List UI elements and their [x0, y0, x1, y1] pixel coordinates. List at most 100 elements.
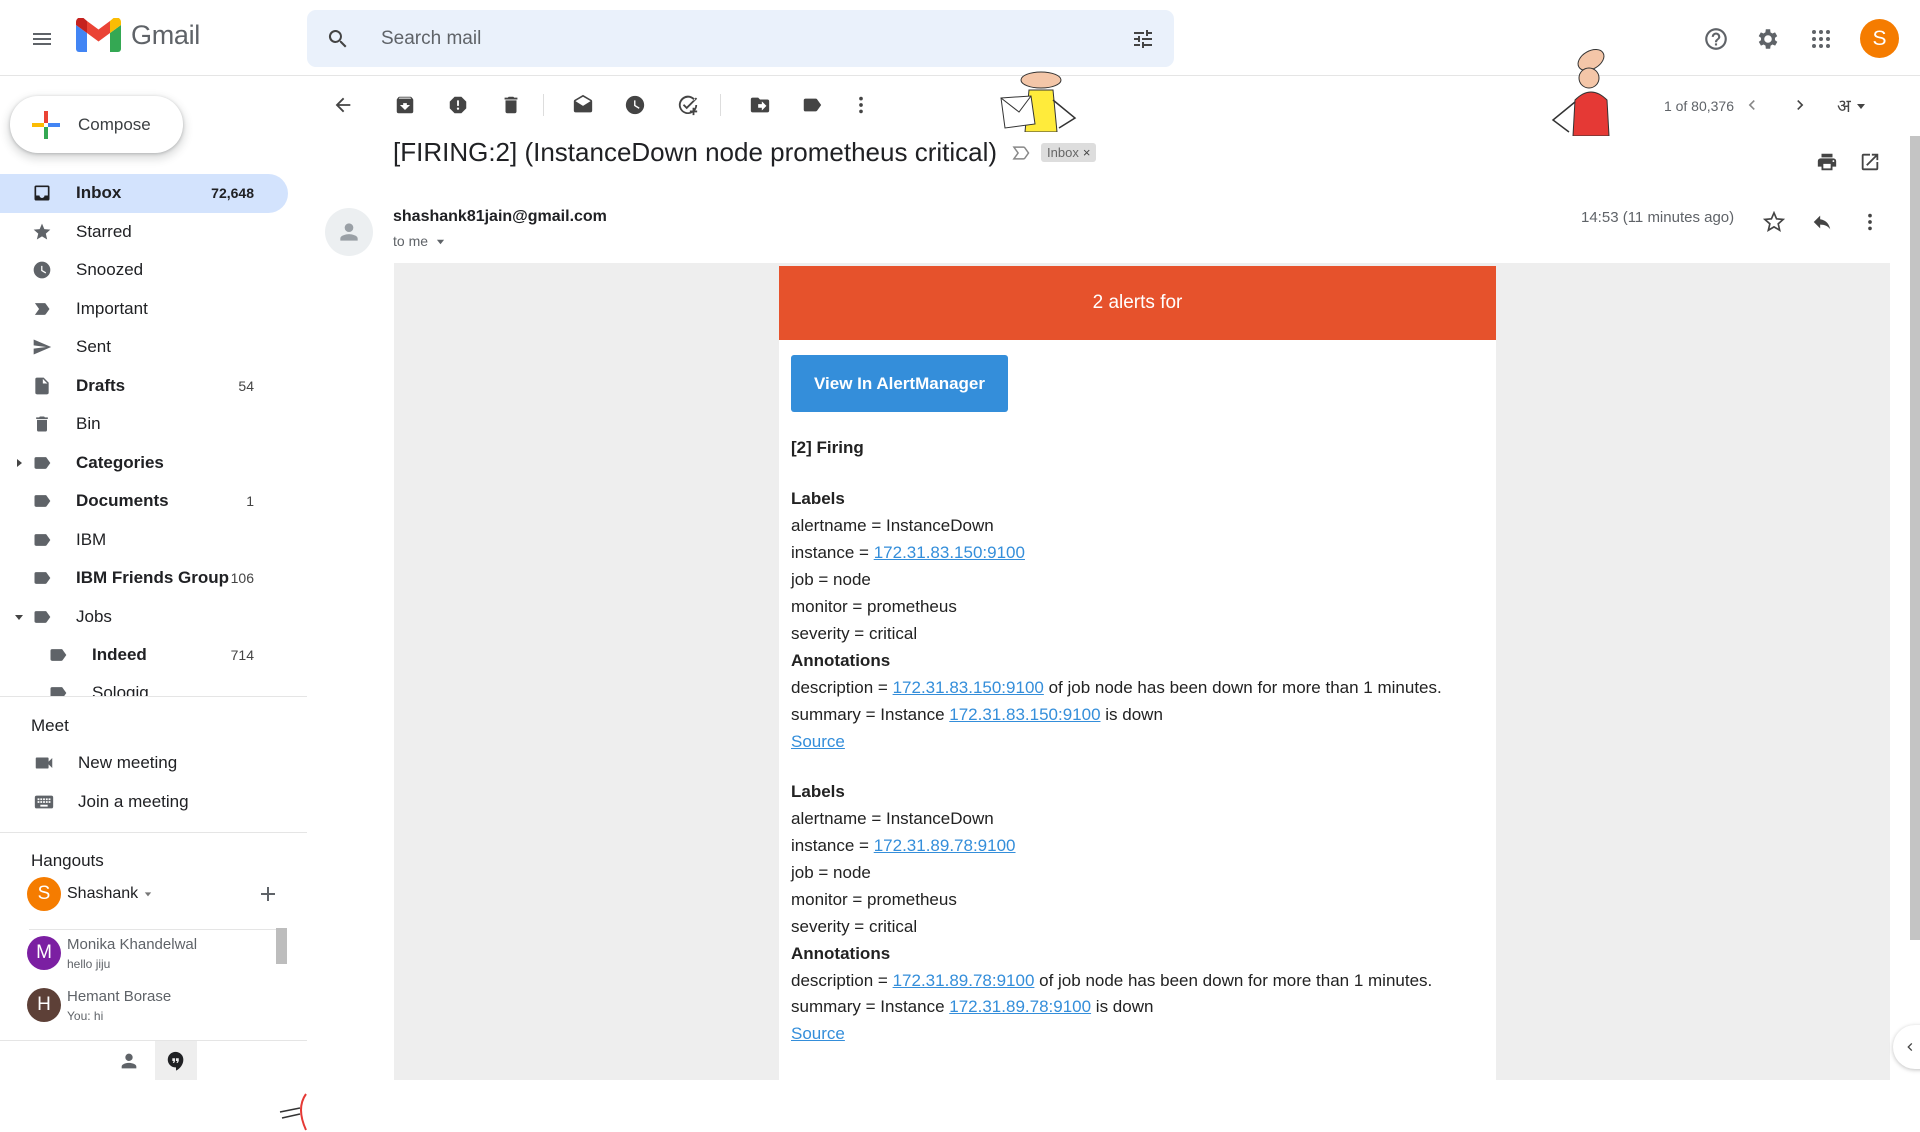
chevron-left-icon	[1907, 1043, 1913, 1051]
instance-link[interactable]: 172.31.83.150:9100	[893, 678, 1044, 697]
important-icon	[34, 302, 50, 315]
divider	[720, 94, 721, 116]
search-bar[interactable]: Search mail	[307, 10, 1174, 67]
compose-button[interactable]: Compose	[10, 96, 183, 153]
sender-email[interactable]: shashank81jain@gmail.com	[393, 208, 607, 226]
search-button[interactable]	[315, 16, 361, 62]
delete-button[interactable]	[489, 83, 533, 127]
message-view: 1 of 80,376 अ [FIRING:2] (InstanceDown n…	[307, 49, 1920, 1080]
alert-header: 2 alerts for	[779, 266, 1496, 340]
sidebar-item-drafts[interactable]: Drafts 54	[0, 367, 288, 406]
source-link[interactable]: Source	[791, 1024, 845, 1044]
message-scrollbar-thumb[interactable]	[1910, 136, 1920, 940]
star-button[interactable]	[1752, 200, 1796, 244]
inbox-label-chip: Inbox ×	[1041, 143, 1097, 162]
main-menu-button[interactable]	[18, 16, 66, 62]
reply-button[interactable]	[1800, 200, 1844, 244]
hangouts-self[interactable]: S Shashank	[27, 877, 152, 911]
source-link[interactable]: Source	[791, 732, 845, 752]
print-button[interactable]	[1805, 140, 1849, 184]
label-icon	[50, 649, 67, 662]
show-side-panel-button[interactable]	[1893, 1025, 1920, 1069]
sidebar-item-important[interactable]: Important	[0, 290, 288, 329]
open-in-new-icon	[1861, 153, 1879, 171]
more-button[interactable]	[839, 83, 883, 127]
sidebar-item-indeed[interactable]: Indeed 714	[0, 636, 288, 675]
unread-count: 714	[230, 647, 254, 664]
contacts-tab[interactable]	[118, 1050, 140, 1072]
reply-icon	[1813, 215, 1831, 230]
caret-down-icon[interactable]	[14, 612, 24, 622]
contact-message: You: hi	[67, 1009, 104, 1023]
sidebar-item-documents[interactable]: Documents 1	[0, 482, 288, 521]
input-tools-label: अ	[1837, 96, 1851, 116]
divider	[29, 929, 287, 930]
sidebar-item-ibm[interactable]: IBM	[0, 521, 288, 560]
chevron-right-icon	[1797, 100, 1804, 110]
newer-button[interactable]	[1730, 83, 1774, 127]
caret-right-icon[interactable]	[14, 458, 24, 468]
instance-link[interactable]: 172.31.83.150:9100	[874, 543, 1025, 562]
move-to-button[interactable]	[738, 83, 782, 127]
message-more-button[interactable]	[1848, 200, 1892, 244]
snooze-button[interactable]	[613, 83, 657, 127]
recipients-toggle[interactable]: to me	[393, 233, 445, 249]
sidebar-item-categories[interactable]: Categories	[0, 444, 288, 483]
sidebar-item-snoozed[interactable]: Snoozed	[0, 251, 288, 290]
archive-button[interactable]	[383, 83, 427, 127]
open-in-new-window-button[interactable]	[1848, 140, 1892, 184]
hangouts-tab[interactable]	[155, 1041, 197, 1080]
search-input[interactable]: Search mail	[381, 28, 1120, 50]
label-alertname: alertname = InstanceDown	[791, 809, 994, 828]
account-avatar[interactable]: S	[1860, 19, 1899, 58]
labels-button[interactable]	[790, 83, 834, 127]
report-spam-button[interactable]	[436, 83, 480, 127]
remove-label-icon[interactable]: ×	[1083, 145, 1091, 160]
sidebar-item-sent[interactable]: Sent	[0, 328, 288, 367]
settings-button[interactable]	[1745, 16, 1791, 62]
sidebar-item-inbox[interactable]: Inbox 72,648	[0, 174, 288, 213]
apps-grid-icon	[1812, 30, 1830, 48]
email-subject: [FIRING:2] (InstanceDown node prometheus…	[393, 137, 998, 167]
new-conversation-button[interactable]	[256, 882, 280, 906]
unread-count: 106	[230, 570, 254, 587]
caret-down-icon[interactable]	[144, 890, 152, 898]
important-marker-icon[interactable]	[1011, 143, 1031, 163]
gmail-logo[interactable]: Gmail	[76, 18, 200, 52]
instance-link[interactable]: 172.31.83.150:9100	[949, 705, 1100, 724]
search-options-button[interactable]	[1120, 16, 1166, 62]
input-tools-button[interactable]: अ	[1837, 94, 1866, 118]
sidebar-item-jobs[interactable]: Jobs	[0, 598, 288, 637]
instance-link[interactable]: 172.31.89.78:9100	[874, 836, 1016, 855]
mark-unread-button[interactable]	[561, 83, 605, 127]
view-in-alertmanager-button[interactable]: View In AlertManager	[791, 355, 1008, 412]
sidebar-item-bin[interactable]: Bin	[0, 405, 288, 444]
divider	[0, 1040, 307, 1041]
label-icon	[34, 533, 51, 546]
hangouts-contact[interactable]: H Hemant Borase You: hi	[0, 986, 270, 1038]
sidebar-item-ibm-friends-group[interactable]: IBM Friends Group 106	[0, 559, 288, 598]
add-task-icon	[678, 95, 698, 116]
add-to-tasks-button[interactable]	[666, 83, 710, 127]
join-meeting-item[interactable]: Join a meeting	[0, 782, 307, 821]
sidebar-item-label: IBM Friends Group	[76, 568, 229, 588]
sidebar-item-sologig[interactable]: Sologig	[0, 675, 288, 697]
avatar: S	[27, 877, 61, 911]
instance-link[interactable]: 172.31.89.78:9100	[893, 971, 1035, 990]
back-button[interactable]	[321, 83, 365, 127]
label-icon	[34, 495, 51, 508]
label-instance: instance = 172.31.89.78:9100	[791, 836, 1016, 855]
older-button[interactable]	[1778, 83, 1822, 127]
sidebar-item-starred[interactable]: Starred	[0, 213, 288, 252]
archive-icon	[396, 96, 414, 114]
label-job: job = node	[791, 863, 871, 882]
hangouts-contact[interactable]: M Monika Khandelwal hello jiju	[0, 934, 270, 986]
support-button[interactable]	[1693, 16, 1739, 62]
sketch-decoration	[279, 1093, 307, 1131]
apps-button[interactable]	[1798, 16, 1844, 62]
new-meeting-item[interactable]: New meeting	[0, 743, 307, 782]
instance-link[interactable]: 172.31.89.78:9100	[949, 997, 1091, 1016]
meet-item-label: Join a meeting	[78, 791, 189, 811]
hangouts-scrollbar[interactable]	[276, 928, 287, 964]
trash-icon	[36, 416, 48, 432]
